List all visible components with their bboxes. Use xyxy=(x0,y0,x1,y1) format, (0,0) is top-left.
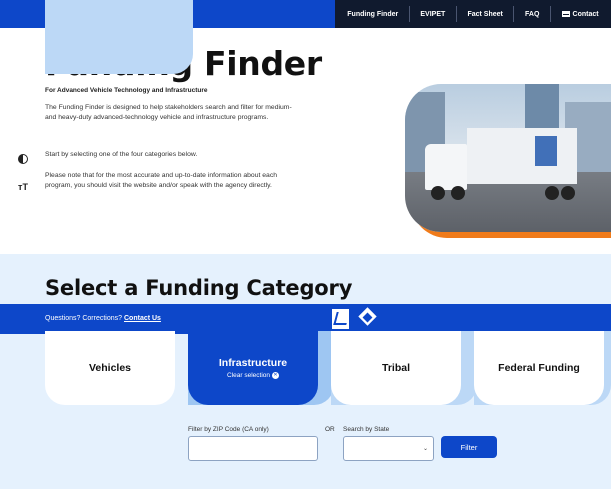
mail-icon xyxy=(561,11,570,17)
category-card-federal-funding[interactable]: Federal Funding xyxy=(474,331,604,405)
nav-fact-sheet[interactable]: Fact Sheet xyxy=(461,11,508,18)
truck-wheel xyxy=(545,186,559,200)
agency-logo xyxy=(332,309,349,329)
nav-evipet[interactable]: EVIPET xyxy=(414,11,451,18)
hero-truck-image xyxy=(405,84,611,232)
questions-label: Questions? Corrections? xyxy=(45,315,123,322)
nav-faq[interactable]: FAQ xyxy=(519,11,545,18)
card-label: Tribal xyxy=(381,362,410,374)
text-size-icon: тТ xyxy=(18,182,28,192)
nav-funding-finder[interactable]: Funding Finder xyxy=(341,11,404,18)
truck-trailer xyxy=(467,128,577,184)
chevron-down-icon: ⌄ xyxy=(422,446,428,452)
trailer-logo xyxy=(535,136,557,166)
nav-contact-label: Contact xyxy=(572,10,599,18)
nav-divider xyxy=(549,6,551,22)
contact-us-link[interactable]: Contact Us xyxy=(124,315,161,322)
truck-wheel xyxy=(451,186,465,200)
category-card-tribal[interactable]: Tribal xyxy=(331,331,461,405)
category-title: Select a Funding Category xyxy=(45,276,353,300)
contrast-icon xyxy=(18,154,28,164)
card-label: Vehicles xyxy=(88,362,132,374)
clear-selection-button[interactable]: Clear selection ✕ xyxy=(227,372,279,379)
contrast-toggle-button[interactable] xyxy=(15,151,31,167)
category-card-vehicles[interactable]: Vehicles xyxy=(45,331,175,405)
card-label: Infrastructure xyxy=(218,357,288,369)
nav-contact[interactable]: Contact xyxy=(556,11,605,18)
zip-label: Filter by ZIP Code (CA only) xyxy=(188,426,269,433)
intro-paragraph: The Funding Finder is designed to help s… xyxy=(45,104,292,121)
questions-text: Questions? Corrections? Contact Us xyxy=(45,315,161,322)
top-nav: Funding Finder EVIPET Fact Sheet FAQ Con… xyxy=(335,0,611,28)
state-label: Search by State xyxy=(343,426,390,433)
text-size-button[interactable]: тТ xyxy=(15,179,31,195)
card-accent xyxy=(45,0,193,74)
state-select[interactable]: ⌄ xyxy=(343,436,434,461)
instruction-paragraph: Start by selecting one of the four categ… xyxy=(45,151,198,158)
truck-wheel xyxy=(431,186,445,200)
category-card-infrastructure[interactable]: Infrastructure Clear selection ✕ xyxy=(188,331,318,405)
clear-selection-label: Clear selection xyxy=(227,372,270,379)
zip-input[interactable] xyxy=(188,436,318,461)
card-label: Federal Funding xyxy=(498,362,580,374)
disclaimer-paragraph: Please note that for the most accurate a… xyxy=(45,172,277,189)
nav-divider xyxy=(513,6,515,22)
filter-button[interactable]: Filter xyxy=(441,436,497,458)
truck-wheel xyxy=(561,186,575,200)
nav-divider xyxy=(408,6,410,22)
partner-logo xyxy=(356,307,380,330)
close-circle-icon: ✕ xyxy=(272,372,279,379)
nav-divider xyxy=(455,6,457,22)
truck-cab xyxy=(425,144,467,190)
or-label: OR xyxy=(325,426,335,433)
page-subtitle: For Advanced Vehicle Technology and Infr… xyxy=(45,87,208,94)
